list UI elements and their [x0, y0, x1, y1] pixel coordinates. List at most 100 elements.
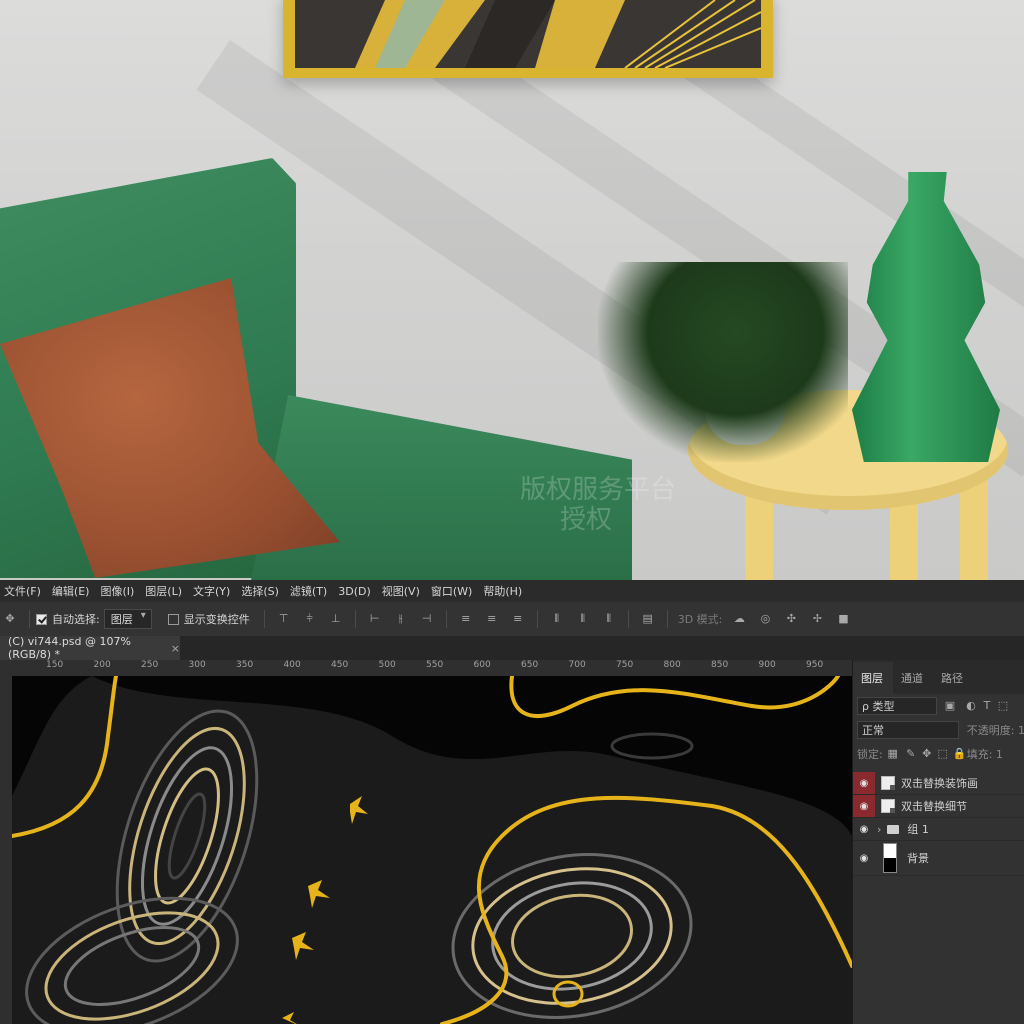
filter-pixel-icon[interactable]: ▣: [944, 700, 956, 712]
3d-pan-icon[interactable]: ✣: [785, 613, 797, 625]
distribute-hcenter-icon[interactable]: ⦀: [577, 613, 589, 625]
menu-edit[interactable]: 编辑(E): [48, 583, 97, 599]
distribute-right-icon[interactable]: ⦀: [603, 613, 615, 625]
align-bottom-icon[interactable]: ⊥: [330, 613, 342, 625]
layer-row[interactable]: ◉ 背景: [853, 841, 1024, 876]
layers-panel: 图层 通道 路径 ρ 类型 ▣ ◐ T ⬚ 正常 不透明度: 1 锁定: ▦ ✎…: [852, 660, 1024, 1024]
menu-select[interactable]: 选择(S): [237, 583, 286, 599]
watermark-line: 授权: [560, 505, 613, 535]
divider: [536, 610, 538, 628]
lock-position-icon[interactable]: ✥: [921, 748, 933, 760]
filter-type-icon[interactable]: T: [981, 700, 993, 712]
background-thumbnail: [883, 843, 897, 873]
ruler-tick: 450: [331, 660, 349, 670]
marble-artwork: [12, 676, 852, 1024]
ruler-tick: 550: [426, 660, 444, 670]
layer-row[interactable]: ◉ 双击替换装饰画: [853, 772, 1024, 795]
show-transform-checkbox[interactable]: [167, 613, 179, 625]
tab-layers[interactable]: 图层: [853, 662, 893, 694]
blend-row: 正常 不透明度: 1: [853, 718, 1024, 742]
smart-object-thumbnail: [881, 776, 895, 790]
lock-row: 锁定: ▦ ✎ ✥ ⬚ 🔒 填充: 1: [853, 742, 1024, 766]
menu-type[interactable]: 文字(Y): [189, 583, 237, 599]
menu-3d[interactable]: 3D(D): [334, 585, 378, 598]
tab-channels[interactable]: 通道: [893, 670, 933, 694]
menu-file[interactable]: 文件(F): [0, 583, 48, 599]
smart-object-thumbnail: [881, 799, 895, 813]
lock-transparent-icon[interactable]: ▦: [887, 748, 899, 760]
menu-window[interactable]: 窗口(W): [427, 583, 479, 599]
divider: [666, 610, 668, 628]
lock-artboard-icon[interactable]: ⬚: [937, 748, 949, 760]
wall-art-graphic: [295, 0, 761, 68]
distribute-bottom-icon[interactable]: ≡: [512, 613, 524, 625]
ruler-tick: 150: [46, 660, 64, 670]
show-transform-label: 显示变换控件: [183, 613, 250, 626]
wall-art-frame: [283, 0, 773, 78]
eye-icon[interactable]: ◉: [853, 818, 875, 840]
layer-row[interactable]: ◉ › 组 1: [853, 818, 1024, 841]
ruler-tick: 200: [93, 660, 111, 670]
ruler-tick: 800: [663, 660, 681, 670]
lock-pixels-icon[interactable]: ✎: [905, 748, 917, 760]
watermark: 版权服务平台 授权: [520, 475, 676, 535]
ruler-tick: 650: [521, 660, 539, 670]
auto-align-icon[interactable]: ▤: [642, 613, 654, 625]
auto-select-target-dropdown[interactable]: 图层: [103, 609, 152, 629]
panel-tabs: 图层 通道 路径: [853, 660, 1024, 694]
menu-filter[interactable]: 滤镜(T): [286, 583, 334, 599]
align-hcenter-icon[interactable]: ⫲: [395, 613, 407, 625]
move-tool-icon[interactable]: ✥: [4, 613, 16, 625]
watermark-line: 版权服务平台: [520, 475, 677, 505]
ruler-tick: 600: [473, 660, 491, 670]
folder-icon: [887, 824, 900, 834]
eye-icon[interactable]: ◉: [853, 772, 875, 794]
align-top-icon[interactable]: ⊤: [278, 613, 290, 625]
tab-paths[interactable]: 路径: [933, 670, 973, 694]
chevron-right-icon[interactable]: ›: [877, 823, 881, 836]
fill-label[interactable]: 填充: 1: [967, 746, 1003, 762]
distribute-vcenter-icon[interactable]: ≡: [486, 613, 498, 625]
divider: [354, 610, 356, 628]
menu-help[interactable]: 帮助(H): [479, 583, 529, 599]
ruler-tick: 250: [141, 660, 159, 670]
ruler-tick: 500: [378, 660, 396, 670]
layer-name: 双击替换装饰画: [901, 777, 978, 790]
auto-select-checkbox[interactable]: [36, 613, 47, 625]
3d-scale-icon[interactable]: ■: [837, 613, 849, 625]
lock-label: 锁定:: [857, 748, 883, 761]
3d-slide-icon[interactable]: ✢: [811, 613, 823, 625]
document-canvas[interactable]: [12, 676, 852, 1024]
layer-row[interactable]: ◉ 双击替换细节: [853, 795, 1024, 818]
eye-icon[interactable]: ◉: [853, 795, 875, 817]
align-vcenter-icon[interactable]: ⫩: [304, 613, 316, 625]
horizontal-ruler: 150 200 250 300 350 400 450 500 550 600 650 700 750 8…: [0, 660, 852, 677]
align-left-icon[interactable]: ⊢: [369, 613, 381, 625]
align-right-icon[interactable]: ⊣: [421, 613, 433, 625]
menu-image[interactable]: 图像(I): [96, 583, 141, 599]
blend-mode-dropdown[interactable]: 正常: [857, 721, 959, 739]
auto-select-label: 自动选择:: [52, 613, 100, 626]
lock-all-icon[interactable]: 🔒: [953, 748, 967, 760]
document-tab[interactable]: (C) vi744.psd @ 107%(RGB/8) * ×: [0, 635, 180, 661]
filter-shape-icon[interactable]: ⬚: [997, 700, 1009, 712]
filter-adjustment-icon[interactable]: ◐: [965, 700, 977, 712]
layer-name: 组 1: [907, 823, 929, 836]
menu-bar: 文件(F) 编辑(E) 图像(I) 图层(L) 文字(Y) 选择(S) 滤镜(T…: [0, 580, 1024, 602]
eye-icon[interactable]: ◉: [853, 847, 875, 869]
menu-view[interactable]: 视图(V): [378, 583, 427, 599]
wall-art-image: [295, 0, 761, 68]
distribute-top-icon[interactable]: ≡: [460, 613, 472, 625]
layer-filter-dropdown[interactable]: ρ 类型: [857, 697, 937, 715]
divider: [627, 610, 629, 628]
close-icon[interactable]: ×: [171, 642, 180, 655]
ruler-tick: 300: [188, 660, 206, 670]
3d-orbit-icon[interactable]: ☁: [733, 613, 745, 625]
distribute-left-icon[interactable]: ⦀: [551, 613, 563, 625]
opacity-label[interactable]: 不透明度: 1: [967, 722, 1024, 738]
layer-name: 背景: [907, 852, 929, 865]
3d-roll-icon[interactable]: ◎: [759, 613, 771, 625]
menu-layer[interactable]: 图层(L): [141, 583, 189, 599]
layer-list: ◉ 双击替换装饰画 ◉ 双击替换细节 ◉ › 组 1 ◉ 背景: [853, 772, 1024, 876]
divider: [29, 610, 30, 628]
